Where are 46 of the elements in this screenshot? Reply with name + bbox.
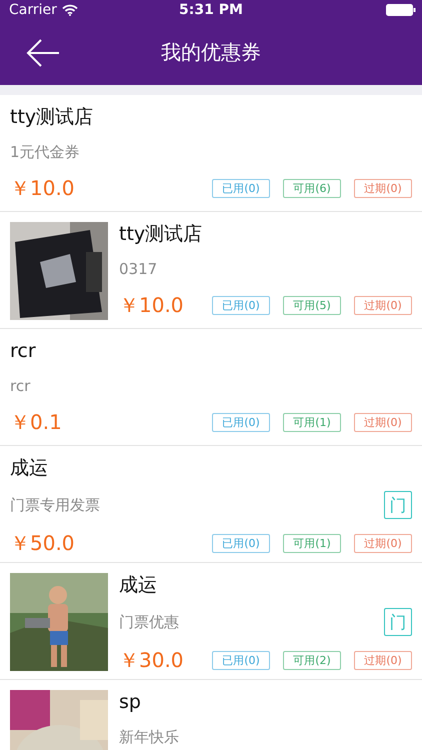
- coupon-price: ￥50.0: [10, 530, 75, 557]
- status-time: 5:31 PM: [178, 2, 244, 18]
- expired-count[interactable]: 过期(0): [354, 413, 412, 432]
- carrier-label: Carrier: [9, 2, 57, 18]
- used-count[interactable]: 已用(0): [212, 179, 270, 198]
- battery-icon: [386, 4, 416, 16]
- coupon-card[interactable]: tty测试店 0317 ￥10.0 已用(0) 可用(5) 过期(0): [0, 212, 422, 329]
- coupon-card[interactable]: sp 新年快乐: [0, 680, 422, 750]
- ticket-tag: 门: [384, 608, 412, 636]
- expired-count[interactable]: 过期(0): [354, 651, 412, 670]
- coupon-card[interactable]: 成运 门票专用发票 门 ￥50.0 已用(0) 可用(1) 过期(0): [0, 446, 422, 563]
- available-count[interactable]: 可用(6): [283, 179, 341, 198]
- wifi-icon: [62, 4, 78, 16]
- coupon-name: 门票专用发票: [10, 496, 100, 514]
- coupon-card[interactable]: tty测试店 1元代金券 ￥10.0 已用(0) 可用(6) 过期(0): [0, 95, 422, 212]
- back-button[interactable]: [26, 38, 60, 66]
- store-name: sp: [119, 690, 142, 714]
- coupon-card[interactable]: rcr rcr ￥0.1 已用(0) 可用(1) 过期(0): [0, 329, 422, 446]
- store-name: rcr: [10, 339, 37, 363]
- available-count[interactable]: 可用(5): [283, 296, 341, 315]
- ticket-tag: 门: [384, 491, 412, 519]
- coupon-price: ￥30.0: [119, 647, 184, 674]
- coupon-name: 门票优惠: [119, 612, 179, 632]
- available-count[interactable]: 可用(1): [283, 534, 341, 553]
- store-name: 成运: [119, 573, 158, 597]
- coupon-name: 1元代金券: [10, 142, 80, 162]
- used-count[interactable]: 已用(0): [212, 413, 270, 432]
- coupon-price: ￥10.0: [10, 175, 75, 202]
- used-count[interactable]: 已用(0): [212, 296, 270, 315]
- store-name: tty测试店: [10, 105, 94, 129]
- page-title: 我的优惠券: [160, 39, 262, 66]
- coupon-name: 新年快乐: [119, 728, 179, 746]
- used-count[interactable]: 已用(0): [212, 534, 270, 553]
- coupon-card[interactable]: 成运 门票优惠 门 ￥30.0 已用(0) 可用(2) 过期(0): [0, 563, 422, 680]
- available-count[interactable]: 可用(2): [283, 651, 341, 670]
- used-count[interactable]: 已用(0): [212, 651, 270, 670]
- store-name: tty测试店: [119, 222, 204, 246]
- coupon-price: ￥0.1: [10, 409, 62, 436]
- store-name: 成运: [10, 456, 49, 480]
- expired-count[interactable]: 过期(0): [354, 179, 412, 198]
- coupon-name: rcr: [10, 377, 30, 395]
- coupon-price: ￥10.0: [119, 292, 184, 319]
- coupon-name: 0317: [119, 260, 158, 278]
- expired-count[interactable]: 过期(0): [354, 296, 412, 315]
- available-count[interactable]: 可用(1): [283, 413, 341, 432]
- expired-count[interactable]: 过期(0): [354, 534, 412, 553]
